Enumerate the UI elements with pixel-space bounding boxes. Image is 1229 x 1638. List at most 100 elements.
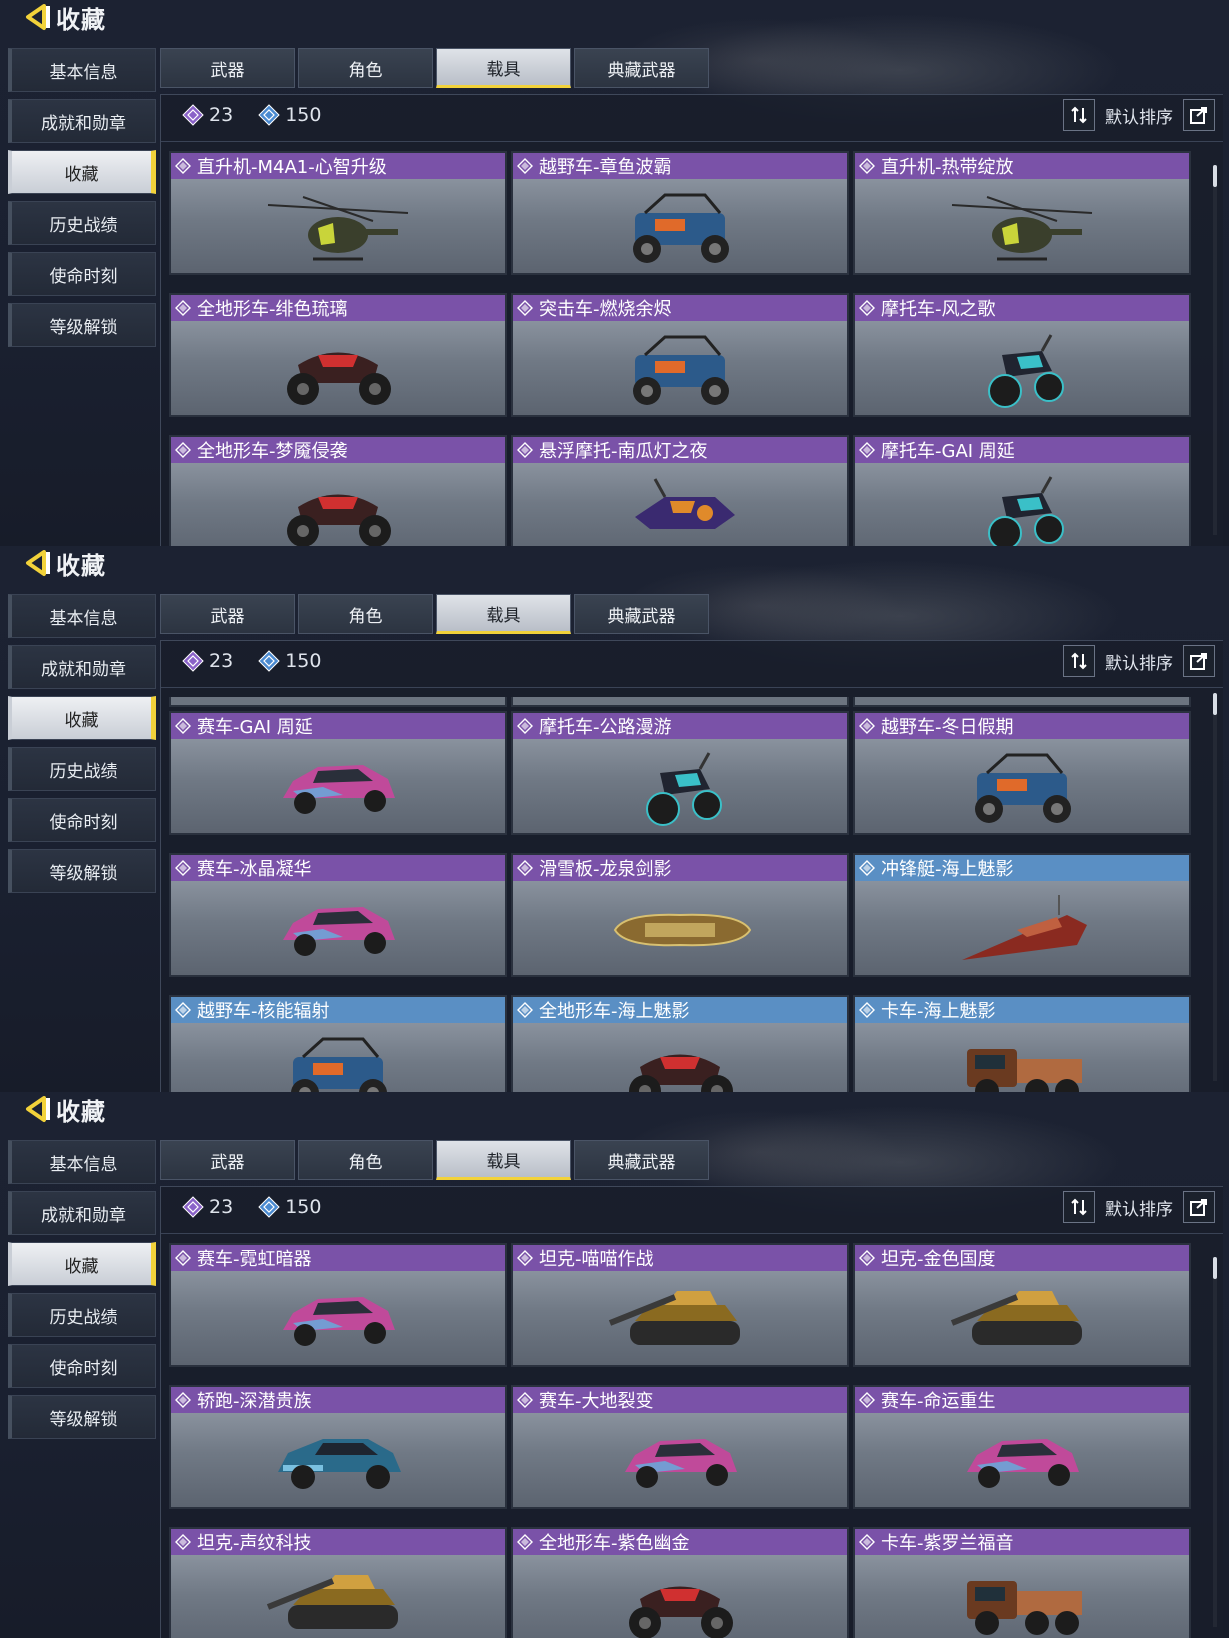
- tab-button[interactable]: 武器: [160, 594, 295, 634]
- vehicle-card[interactable]: 越野车-章鱼波霸: [511, 151, 849, 275]
- vehicle-card[interactable]: 坦克-喵喵作战: [511, 1243, 849, 1367]
- rarity-diamond-icon: [859, 1250, 875, 1266]
- side-menu-item[interactable]: 历史战绩: [8, 201, 156, 245]
- scrollbar-track[interactable]: [1213, 711, 1217, 1081]
- tab-button[interactable]: 典藏武器: [574, 594, 709, 634]
- share-button[interactable]: [1183, 645, 1215, 677]
- purple-count: 23: [209, 104, 234, 126]
- tab-button[interactable]: 载具: [436, 48, 571, 88]
- side-menu-item[interactable]: 等级解锁: [8, 1395, 156, 1439]
- vehicle-card[interactable]: 赛车-大地裂变: [511, 1385, 849, 1509]
- vehicle-card[interactable]: 赛车-命运重生: [853, 1385, 1191, 1509]
- tab-button[interactable]: 载具: [436, 594, 571, 634]
- scrollbar-track[interactable]: [1213, 165, 1217, 535]
- vehicle-card[interactable]: 全地形车-海上魅影: [511, 995, 849, 1092]
- side-menu-item[interactable]: 成就和勋章: [8, 645, 156, 689]
- share-icon: [1190, 1199, 1207, 1216]
- back-arrow-icon[interactable]: [22, 548, 52, 578]
- rarity-diamond-icon: [175, 1534, 191, 1550]
- side-menu-item[interactable]: 基本信息: [8, 48, 156, 92]
- vehicle-card[interactable]: 卡车-紫罗兰福音: [853, 1527, 1191, 1638]
- race-car-icon: [967, 1439, 1079, 1488]
- sort-label[interactable]: 默认排序: [1105, 649, 1173, 674]
- race-car-icon: [625, 1439, 737, 1488]
- side-menu-item[interactable]: 收藏: [8, 150, 156, 194]
- vehicle-card[interactable]: 摩托车-公路漫游: [511, 711, 849, 835]
- sort-label[interactable]: 默认排序: [1105, 103, 1173, 128]
- scrollbar-thumb[interactable]: [1213, 693, 1217, 715]
- rarity-diamond-icon: [175, 158, 191, 174]
- back-arrow-icon[interactable]: [22, 1094, 52, 1124]
- category-tabs: 武器 角色 载具 典藏武器: [160, 1140, 712, 1180]
- side-menu-item[interactable]: 成就和勋章: [8, 99, 156, 143]
- side-menu-item[interactable]: 历史战绩: [8, 1293, 156, 1337]
- vehicle-card[interactable]: 直升机-热带绽放: [853, 151, 1191, 275]
- vehicle-card[interactable]: 越野车-冬日假期: [853, 711, 1191, 835]
- side-menu-item[interactable]: 基本信息: [8, 1140, 156, 1184]
- back-arrow-icon[interactable]: [22, 2, 52, 32]
- card-header: 赛车-命运重生: [855, 1387, 1189, 1413]
- vehicle-card[interactable]: 卡车-海上魅影: [853, 995, 1191, 1092]
- side-menu-item[interactable]: 使命时刻: [8, 252, 156, 296]
- sort-toggle-button[interactable]: [1063, 645, 1095, 677]
- side-menu-item[interactable]: 收藏: [8, 1242, 156, 1286]
- blue-diamond-icon: [258, 1196, 280, 1218]
- side-menu-item[interactable]: 等级解锁: [8, 303, 156, 347]
- vehicle-card[interactable]: 赛车-冰晶凝华: [169, 853, 507, 977]
- tab-button[interactable]: 角色: [298, 594, 433, 634]
- vehicle-card[interactable]: 全地形车-绯色琉璃: [169, 293, 507, 417]
- sort-toggle-button[interactable]: [1063, 1191, 1095, 1223]
- vehicle-card[interactable]: 赛车-霓虹暗器: [169, 1243, 507, 1367]
- vehicle-card[interactable]: 摩托车-风之歌: [853, 293, 1191, 417]
- side-menu: 基本信息成就和勋章收藏历史战绩使命时刻等级解锁: [8, 48, 156, 354]
- helicopter-icon: [951, 196, 1093, 261]
- card-label: 卡车-紫罗兰福音: [881, 1533, 1014, 1554]
- side-menu-item[interactable]: 使命时刻: [8, 798, 156, 842]
- scrollbar-thumb[interactable]: [1213, 165, 1217, 187]
- scrollbar-thumb[interactable]: [1213, 1257, 1217, 1279]
- vehicle-card[interactable]: 越野车-核能辐射: [169, 995, 507, 1092]
- card-label: 卡车-海上魅影: [881, 1001, 996, 1022]
- tab-button[interactable]: 武器: [160, 1140, 295, 1180]
- card-header: 冲锋艇-海上魅影: [855, 855, 1189, 881]
- sort-area: 默认排序: [1063, 1191, 1215, 1223]
- vehicle-card[interactable]: 坦克-金色国度: [853, 1243, 1191, 1367]
- sort-arrows-icon: [1071, 652, 1087, 670]
- card-header: 坦克-喵喵作战: [513, 1245, 847, 1271]
- vehicle-card[interactable]: 滑雪板-龙泉剑影: [511, 853, 849, 977]
- share-button[interactable]: [1183, 1191, 1215, 1223]
- tab-button[interactable]: 载具: [436, 1140, 571, 1180]
- side-menu-item[interactable]: 基本信息: [8, 594, 156, 638]
- side-menu-item[interactable]: 使命时刻: [8, 1344, 156, 1388]
- vehicle-card[interactable]: 赛车-GAI 周延: [169, 711, 507, 835]
- vehicle-card[interactable]: 全地形车-紫色幽金: [511, 1527, 849, 1638]
- tab-button[interactable]: 武器: [160, 48, 295, 88]
- vehicle-card[interactable]: 直升机-M4A1-心智升级: [169, 151, 507, 275]
- vehicle-card[interactable]: 冲锋艇-海上魅影: [853, 853, 1191, 977]
- card-label: 摩托车-风之歌: [881, 299, 996, 320]
- rarity-diamond-icon: [859, 1534, 875, 1550]
- rarity-diamond-icon: [175, 300, 191, 316]
- collection-panel: 收藏 基本信息 成就和勋章 收藏 历史战绩 使命时刻 等级解锁 武器 角色 载具 典藏武器 23 …: [0, 1092, 1229, 1638]
- vehicle-card[interactable]: 轿跑-深潜贵族: [169, 1385, 507, 1509]
- blue-diamond-icon: [258, 104, 280, 126]
- tab-button[interactable]: 典藏武器: [574, 48, 709, 88]
- tab-button[interactable]: 角色: [298, 48, 433, 88]
- vehicle-card[interactable]: 突击车-燃烧余烬: [511, 293, 849, 417]
- sort-label[interactable]: 默认排序: [1105, 1195, 1173, 1220]
- atv-icon: [287, 494, 391, 546]
- sort-toggle-button[interactable]: [1063, 99, 1095, 131]
- vehicle-card[interactable]: 摩托车-GAI 周延: [853, 435, 1191, 546]
- tab-button[interactable]: 角色: [298, 1140, 433, 1180]
- vehicle-card[interactable]: 悬浮摩托-南瓜灯之夜: [511, 435, 849, 546]
- share-button[interactable]: [1183, 99, 1215, 131]
- rarity-diamond-icon: [517, 1002, 533, 1018]
- side-menu-item[interactable]: 成就和勋章: [8, 1191, 156, 1235]
- side-menu-item[interactable]: 收藏: [8, 696, 156, 740]
- side-menu-item[interactable]: 历史战绩: [8, 747, 156, 791]
- tab-button[interactable]: 典藏武器: [574, 1140, 709, 1180]
- vehicle-card[interactable]: 坦克-声纹科技: [169, 1527, 507, 1638]
- side-menu-item[interactable]: 等级解锁: [8, 849, 156, 893]
- vehicle-card[interactable]: 全地形车-梦魇侵袭: [169, 435, 507, 546]
- scrollbar-track[interactable]: [1213, 1257, 1217, 1627]
